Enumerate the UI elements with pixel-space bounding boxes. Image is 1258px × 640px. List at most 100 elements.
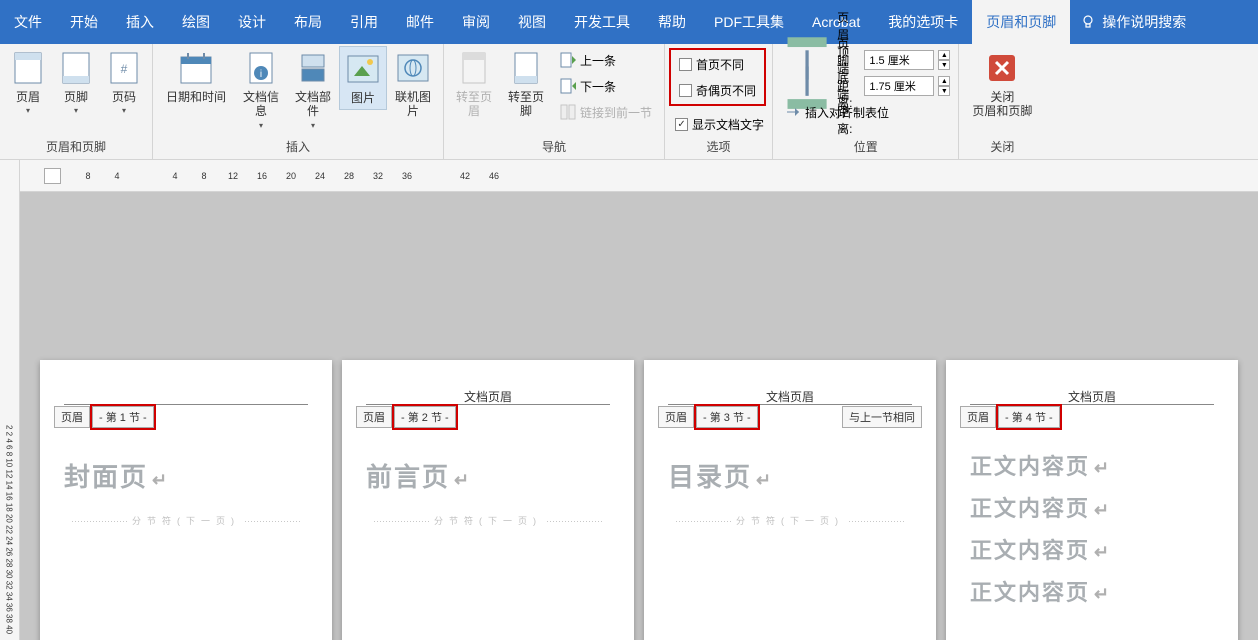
ruler-tick: 4 [111, 171, 123, 181]
section-tag-row: 页眉- 第 4 节 - [960, 406, 1060, 428]
diff-first-checkbox[interactable]: 首页不同 [675, 52, 760, 76]
horizontal-ruler[interactable]: 8 4 4 8 12 16 20 24 28 32 36 42 46 [20, 160, 1258, 192]
align-tab-label: 插入对齐制表位 [805, 104, 889, 121]
docinfo-button[interactable]: i 文档信息▾ [235, 46, 287, 134]
section-tag-row: 页眉- 第 2 节 - [356, 406, 456, 428]
tell-me-label: 操作说明搜索 [1102, 12, 1186, 32]
insert-align-tab-button[interactable]: 插入对齐制表位 [781, 100, 950, 124]
menu-review[interactable]: 审阅 [448, 0, 504, 44]
group-options-label: 选项 [669, 136, 768, 159]
body-text: 正文内容页↵ [970, 533, 1214, 565]
checkbox-icon [679, 58, 692, 71]
close-icon [987, 53, 1017, 83]
next-icon [560, 78, 576, 94]
pagenumber-button[interactable]: # 页码▾ [100, 46, 148, 119]
menu-draw[interactable]: 绘图 [168, 0, 224, 44]
goto-header-button[interactable]: 转至页眉 [448, 46, 500, 123]
menu-mailings[interactable]: 邮件 [392, 0, 448, 44]
spin-down[interactable]: ▼ [938, 86, 950, 96]
datetime-button[interactable]: 日期和时间 [157, 46, 235, 108]
header-button[interactable]: 页眉▾ [4, 46, 52, 119]
menu-help[interactable]: 帮助 [644, 0, 700, 44]
body-text: 正文内容页↵ [970, 575, 1214, 607]
section-break-marker: 分节符(下一页) [64, 514, 308, 527]
footer-distance-row: 页脚底端距离: ▲▼ [781, 74, 950, 98]
docparts-icon [298, 51, 328, 85]
document-page[interactable]: 文档页眉页眉- 第 2 节 -前言页↵分节符(下一页) [342, 360, 634, 640]
picture-icon [346, 54, 380, 84]
menu-mytab[interactable]: 我的选项卡 [874, 0, 972, 44]
group-insert-label: 插入 [157, 136, 439, 159]
onlinepicture-button[interactable]: 联机图片 [387, 46, 439, 123]
ribbon: 页眉▾ 页脚▾ # 页码▾ 页眉和页脚 日期和时间 i 文档信息▾ [0, 44, 1258, 160]
header-tag: 页眉 [54, 406, 90, 428]
align-tab-icon [785, 104, 801, 120]
section-tag: - 第 3 节 - [696, 406, 758, 428]
link-prev-tag-row: 与上一节相同 [842, 406, 922, 428]
show-doctext-checkbox[interactable]: 显示文档文字 [671, 112, 768, 136]
group-headerfooter-label: 页眉和页脚 [4, 136, 148, 159]
group-options: 首页不同 奇偶页不同 显示文档文字 选项 [665, 44, 773, 159]
section-break-marker: 分节符(下一页) [366, 514, 610, 527]
picture-button[interactable]: 图片 [339, 46, 387, 110]
calendar-icon [179, 51, 213, 85]
lightbulb-icon [1080, 14, 1096, 30]
nav-next-button[interactable]: 下一条 [556, 74, 656, 98]
vertical-ruler[interactable]: 2 2 4 6 8 10 12 14 16 18 20 22 24 26 28 … [0, 160, 20, 640]
header-tag: 页眉 [658, 406, 694, 428]
group-close-label: 关闭 [963, 136, 1041, 159]
menu-layout[interactable]: 布局 [280, 0, 336, 44]
checkbox-checked-icon [675, 118, 688, 131]
menu-design[interactable]: 设计 [224, 0, 280, 44]
menubar: 文件 开始 插入 绘图 设计 布局 引用 邮件 审阅 视图 开发工具 帮助 PD… [0, 0, 1258, 44]
body-text: 正文内容页↵ [970, 491, 1214, 523]
menu-view[interactable]: 视图 [504, 0, 560, 44]
document-page[interactable]: 文档页眉页眉- 第 3 节 -与上一节相同目录页↵分节符(下一页) [644, 360, 936, 640]
header-distance-input[interactable] [864, 50, 934, 70]
menu-home[interactable]: 开始 [56, 0, 112, 44]
page-header-label: 文档页眉 [464, 388, 512, 405]
prev-icon [560, 52, 576, 68]
tab-selector[interactable] [44, 168, 61, 184]
menu-references[interactable]: 引用 [336, 0, 392, 44]
spin-down[interactable]: ▼ [938, 60, 950, 70]
document-page[interactable]: 页眉- 第 1 节 - 封面页↵ 分节符(下一页) [40, 360, 332, 640]
link-prev-button[interactable]: 链接到前一节 [556, 100, 656, 124]
close-headerfooter-button[interactable]: 关闭 页眉和页脚 [963, 46, 1041, 123]
group-insert: 日期和时间 i 文档信息▾ 文档部件▾ 图片 联机图片 插入 [153, 44, 444, 159]
group-nav-label: 导航 [448, 136, 660, 159]
menu-devtools[interactable]: 开发工具 [560, 0, 644, 44]
footer-distance-input[interactable] [864, 76, 934, 96]
nav-prev-label: 上一条 [580, 52, 616, 69]
ruler-tick: 12 [227, 171, 239, 181]
ruler-tick: 8 [82, 171, 94, 181]
diff-oddeven-checkbox[interactable]: 奇偶页不同 [675, 78, 760, 102]
goto-header-icon [459, 51, 489, 85]
ruler-tick: 42 [459, 171, 471, 181]
ruler-tick: 24 [314, 171, 326, 181]
docparts-button[interactable]: 文档部件▾ [287, 46, 339, 134]
ruler-tick: 28 [343, 171, 355, 181]
checkbox-icon [679, 84, 692, 97]
section-tag: - 第 1 节 - [92, 406, 154, 428]
menu-insert[interactable]: 插入 [112, 0, 168, 44]
nav-prev-button[interactable]: 上一条 [556, 48, 656, 72]
spin-up[interactable]: ▲ [938, 76, 950, 86]
menu-file[interactable]: 文件 [0, 0, 56, 44]
section-tag-row: 页眉- 第 3 节 - [658, 406, 758, 428]
header-tag: 页眉 [960, 406, 996, 428]
document-canvas[interactable]: 页眉- 第 1 节 -封面页↵分节符(下一页)文档页眉页眉- 第 2 节 -前言… [20, 192, 1258, 640]
tell-me-search[interactable]: 操作说明搜索 [1070, 0, 1196, 44]
menu-headerfooter[interactable]: 页眉和页脚 [972, 0, 1070, 44]
spin-up[interactable]: ▲ [938, 50, 950, 60]
group-position: 页眉顶端距离: ▲▼ 页脚底端距离: ▲▼ 插入对齐制表位 位置 [773, 44, 959, 159]
ruler-tick: 4 [169, 171, 181, 181]
document-page[interactable]: 文档页眉页眉- 第 4 节 -正文内容页↵正文内容页↵正文内容页↵正文内容页↵ [946, 360, 1238, 640]
page-title: 封面页↵ [64, 457, 308, 494]
header-tag: 页眉 [356, 406, 392, 428]
section-tag: - 第 4 节 - [998, 406, 1060, 428]
show-doctext-label: 显示文档文字 [692, 116, 764, 133]
footer-icon [61, 51, 91, 85]
footer-button[interactable]: 页脚▾ [52, 46, 100, 119]
goto-footer-button[interactable]: 转至页脚 [500, 46, 552, 123]
